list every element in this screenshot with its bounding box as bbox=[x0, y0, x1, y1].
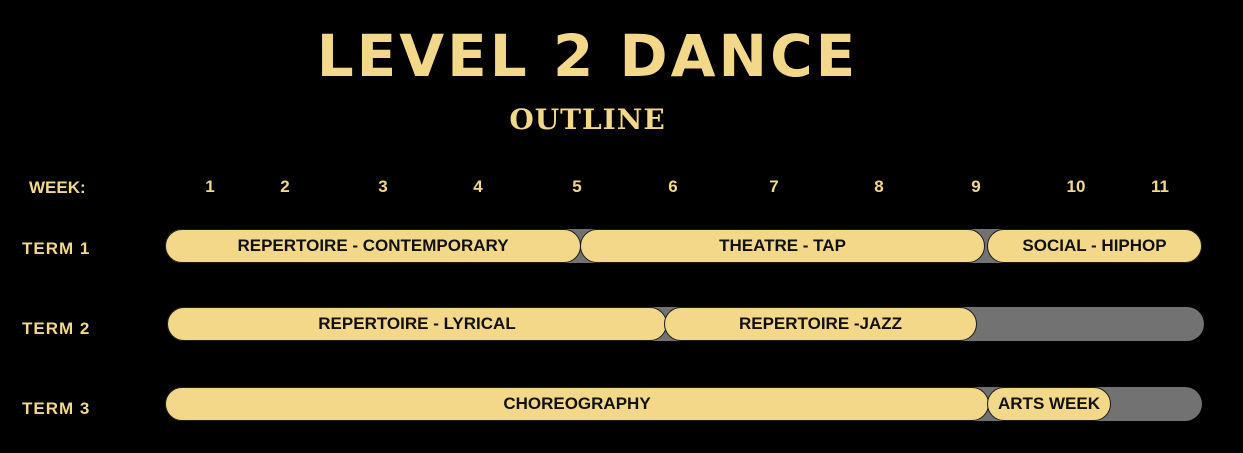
week-number: 3 bbox=[378, 177, 388, 196]
term-3-block-arts-week: ARTS WEEK bbox=[987, 387, 1111, 421]
term-3-track: CHOREOGRAPHY ARTS WEEK bbox=[165, 387, 1202, 421]
week-label: WEEK: bbox=[29, 178, 86, 197]
week-number: 5 bbox=[572, 177, 582, 196]
term-1-block-contemporary: REPERTOIRE - CONTEMPORARY bbox=[165, 229, 581, 263]
week-number: 11 bbox=[1151, 177, 1169, 196]
week-number: 1 bbox=[205, 177, 215, 196]
term-3-label: TERM 3 bbox=[22, 399, 91, 418]
term-2-block-lyrical: REPERTOIRE - LYRICAL bbox=[167, 307, 667, 341]
week-number: 10 bbox=[1066, 177, 1086, 196]
week-number: 2 bbox=[280, 177, 290, 196]
page-subtitle: OUTLINE bbox=[509, 103, 666, 136]
term-2-track: REPERTOIRE - LYRICAL REPERTOIRE -JAZZ bbox=[167, 307, 1204, 341]
page-title: LEVEL 2 DANCE bbox=[316, 22, 859, 90]
week-number: 4 bbox=[473, 177, 483, 196]
term-1-track: REPERTOIRE - CONTEMPORARY THEATRE - TAP … bbox=[165, 229, 1202, 263]
week-number: 6 bbox=[668, 177, 678, 196]
week-number: 8 bbox=[874, 177, 884, 196]
term-1-block-social-hiphop: SOCIAL - HIPHOP bbox=[987, 229, 1202, 263]
term-1-label: TERM 1 bbox=[22, 239, 91, 258]
term-2-label: TERM 2 bbox=[22, 319, 91, 338]
term-1-block-theatre-tap: THEATRE - TAP bbox=[580, 229, 985, 263]
week-number: 9 bbox=[971, 177, 981, 196]
term-2-block-jazz: REPERTOIRE -JAZZ bbox=[664, 307, 977, 341]
term-3-block-choreography: CHOREOGRAPHY bbox=[165, 387, 989, 421]
week-number: 7 bbox=[769, 177, 779, 196]
